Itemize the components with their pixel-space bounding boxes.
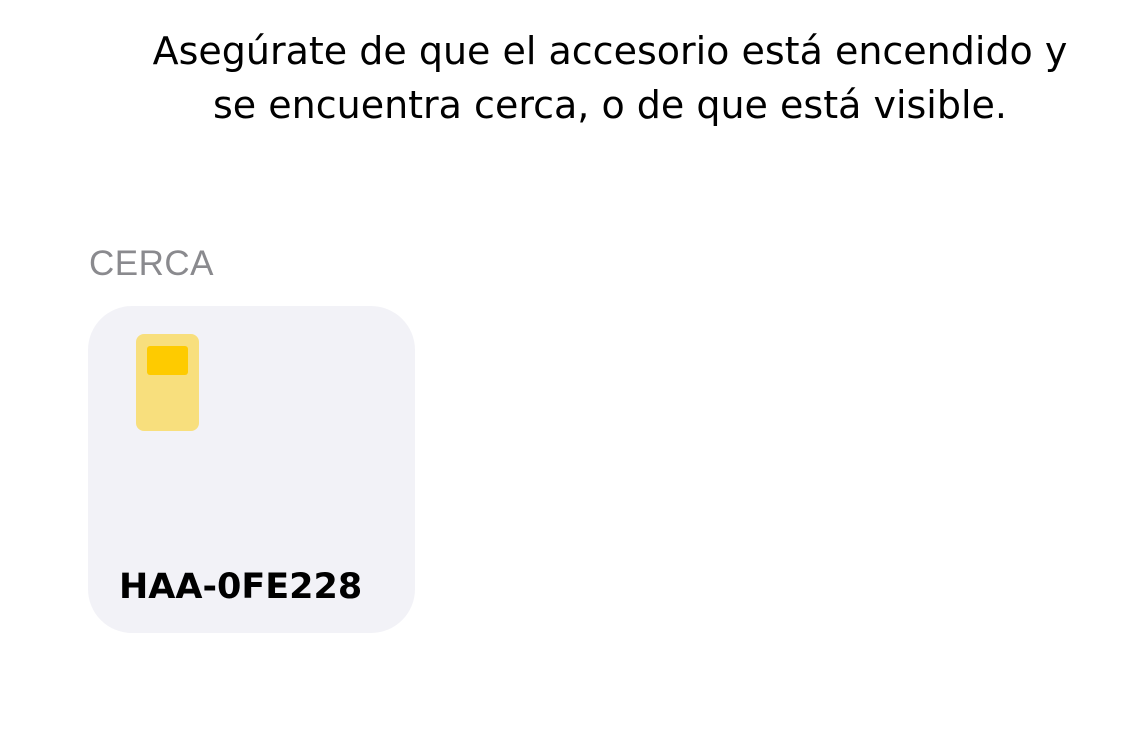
instructions-line-1: Asegúrate de que el accesorio está encen… (152, 29, 1068, 73)
accessory-name: HAA-0FE228 (119, 567, 363, 607)
device-screen (147, 346, 188, 375)
accessory-device-icon (136, 334, 199, 431)
nearby-section-header: CERCA (89, 244, 215, 283)
accessory-tile[interactable]: HAA-0FE228 (88, 306, 415, 633)
instructions-text: Asegúrate de que el accesorio está encen… (100, 24, 1120, 132)
instructions-line-2: se encuentra cerca, o de que está visibl… (213, 83, 1007, 127)
accessory-discovery-screen: Asegúrate de que el accesorio está encen… (0, 0, 1122, 729)
